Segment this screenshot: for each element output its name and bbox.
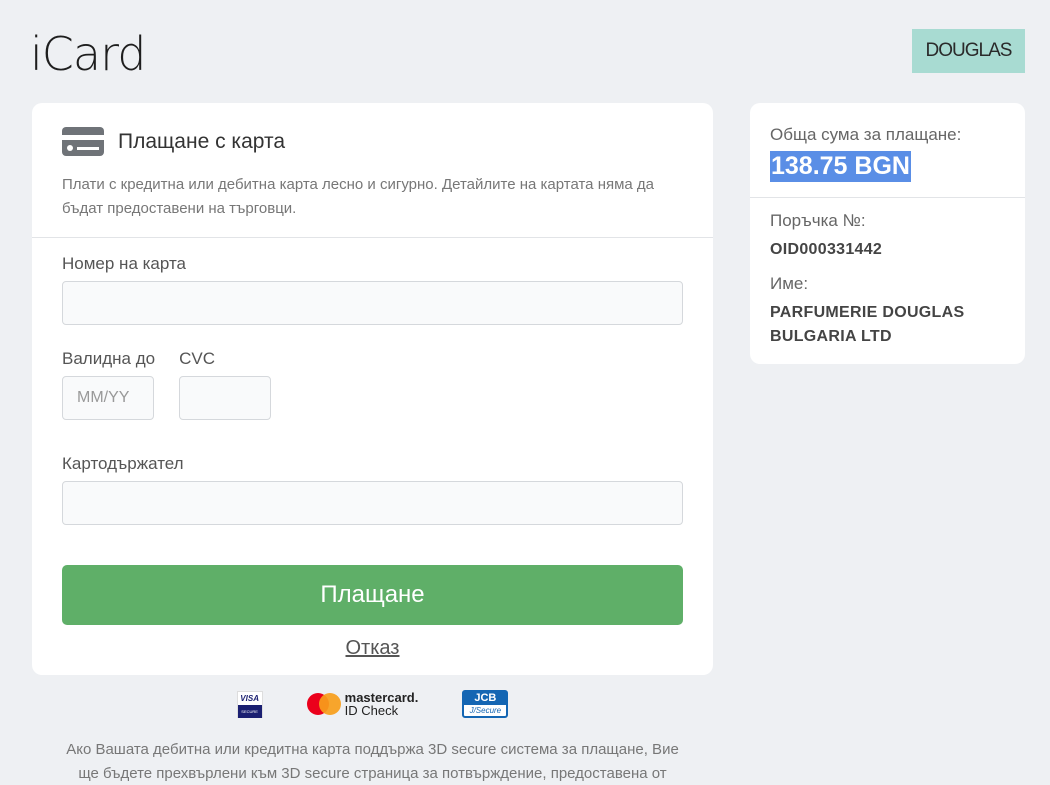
3d-secure-note: Ако Вашата дебитна или кредитна карта по…: [66, 741, 679, 782]
jsecure-text: J/Secure: [469, 706, 502, 715]
order-id: OID000331442: [770, 241, 883, 258]
panel-header: Плащане с карта Плати с кредитна или деб…: [32, 103, 713, 238]
panel-title: Плащане с карта: [118, 129, 286, 153]
expiry-label: Валидна до: [62, 349, 156, 368]
jcb-jsecure-logo: JCB J/Secure: [462, 690, 509, 718]
douglas-logo: DOUGLAS: [912, 29, 1025, 73]
icard-logo: iCard: [30, 27, 146, 81]
cardholder-label: Картодържател: [62, 454, 184, 473]
cvc-input[interactable]: [179, 376, 272, 420]
visa-logo-text: VISA: [240, 693, 259, 703]
card-payment-panel: Плащане с карта Плати с кредитна или деб…: [32, 103, 713, 675]
jcb-text: JCB: [464, 692, 507, 705]
expiry-input[interactable]: [62, 376, 154, 420]
card-form: Номер на карта Валидна до CVC Картодържа…: [32, 238, 713, 660]
total-amount: 138.75 BGN: [770, 151, 911, 182]
pay-button[interactable]: Плащане: [62, 565, 683, 625]
mastercard-circles-icon: [306, 693, 341, 715]
card-number-label: Номер на карта: [62, 254, 187, 273]
merchant-name: PARFUMERIE DOUGLAS BULGARIA LTD: [770, 304, 965, 345]
order-summary: Обща сума за плащане: 138.75 BGN Поръчка…: [750, 103, 1025, 364]
credit-card-icon: [62, 127, 104, 156]
mastercard-id-check-logo: mastercard. ID Check: [306, 691, 418, 718]
name-label: Име:: [770, 274, 809, 293]
cvc-label: CVC: [179, 349, 215, 368]
total-label: Обща сума за плащане:: [770, 125, 962, 144]
cancel-link[interactable]: Отказ: [62, 637, 683, 660]
card-brand-logos: VISA SECURE mastercard. ID Check JCB J/S…: [0, 690, 745, 718]
card-number-input[interactable]: [62, 281, 683, 325]
order-label: Поръчка №:: [770, 211, 866, 230]
panel-description: Плати с кредитна или дебитна карта лесно…: [62, 176, 655, 217]
cardholder-input[interactable]: [62, 481, 683, 525]
visa-secure-text: SECURE: [237, 704, 262, 718]
id-check-text: ID Check: [344, 703, 399, 718]
visa-secure-logo: VISA SECURE: [236, 690, 263, 718]
